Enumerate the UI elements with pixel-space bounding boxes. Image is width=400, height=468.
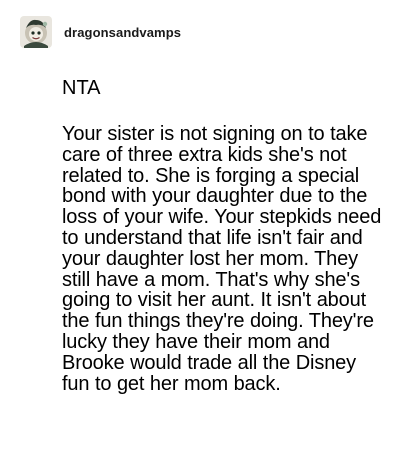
avatar-icon xyxy=(20,16,52,48)
username[interactable]: dragonsandvamps xyxy=(64,25,181,40)
avatar[interactable] xyxy=(20,16,52,48)
post-card: dragonsandvamps NTA Your sister is not s… xyxy=(0,0,400,468)
post-content: Your sister is not signing on to take ca… xyxy=(62,123,382,395)
verdict-text: NTA xyxy=(62,77,101,99)
post-header: dragonsandvamps xyxy=(20,14,181,50)
post-body: NTA Your sister is not signing on to tak… xyxy=(62,76,388,394)
